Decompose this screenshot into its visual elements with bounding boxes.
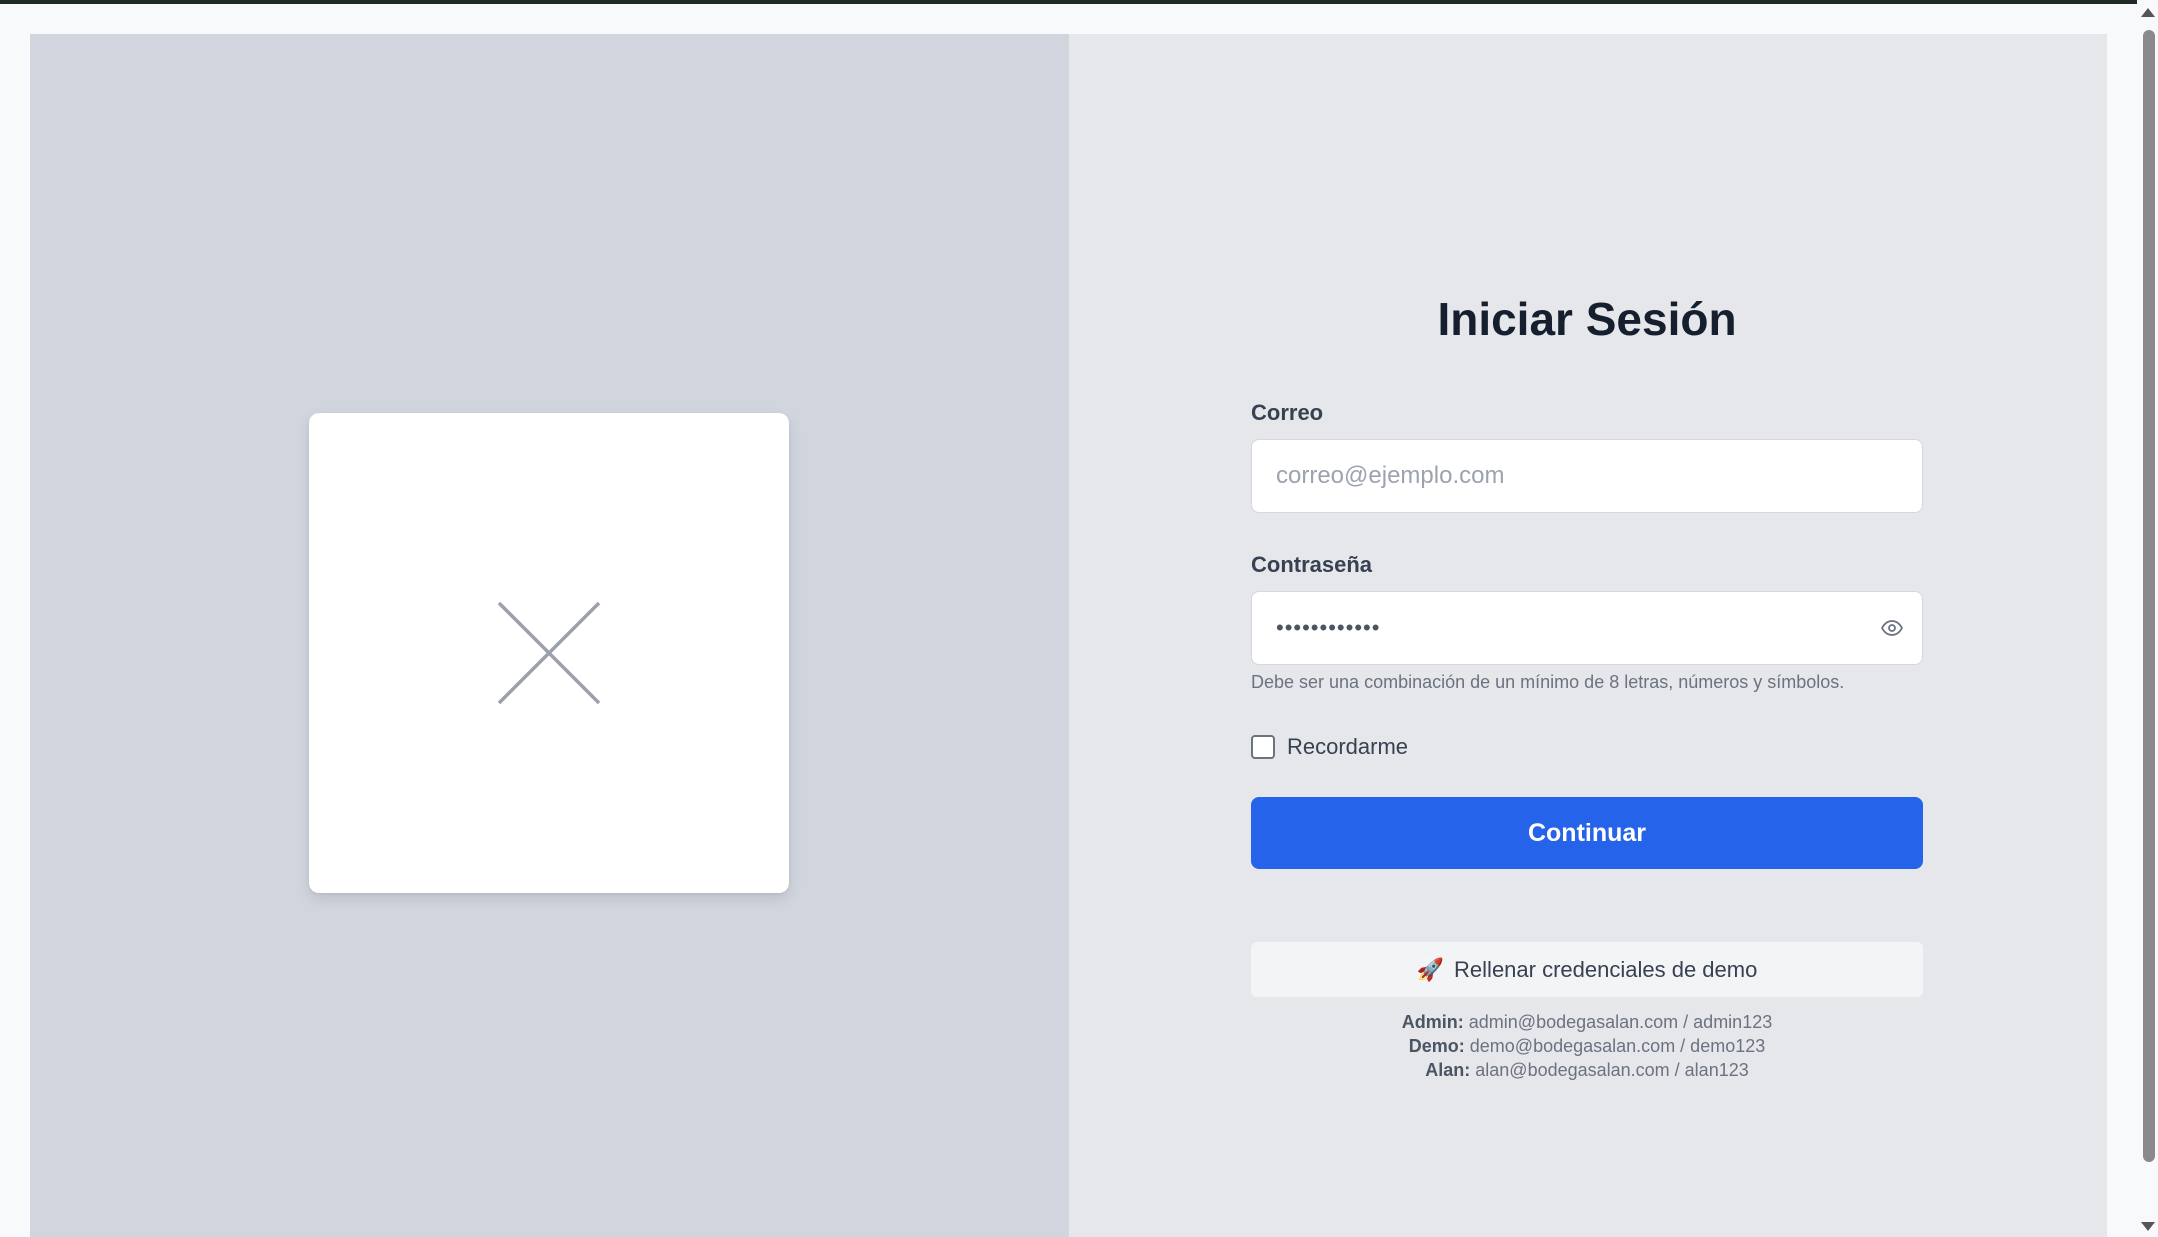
scroll-up-arrow-icon[interactable]	[2141, 8, 2155, 17]
credential-value: admin@bodegasalan.com / admin123	[1468, 1012, 1773, 1032]
password-label: Contraseña	[1251, 552, 1373, 577]
credential-value: alan@bodegasalan.com / alan123	[1475, 1060, 1749, 1080]
remember-me-checkbox[interactable]	[1251, 735, 1275, 759]
fill-demo-credentials-button[interactable]: 🚀 Rellenar credenciales de demo	[1251, 942, 1923, 997]
email-label: Correo	[1251, 400, 1324, 425]
rocket-icon: 🚀	[1416, 956, 1445, 982]
remember-me-label: Recordarme	[1287, 734, 1409, 759]
broken-image-x-icon	[497, 601, 601, 705]
scrollbar-thumb[interactable]	[2143, 30, 2155, 1162]
image-panel	[30, 34, 1069, 1237]
password-value: ••••••••••••	[1276, 615, 1381, 640]
form-panel: Iniciar Sesión Correo Contraseña •••••••…	[1069, 34, 2107, 1237]
credential-value: demo@bodegasalan.com / demo123	[1469, 1036, 1766, 1056]
password-hint: Debe ser una combinación de un mínimo de…	[1251, 672, 1845, 692]
scroll-down-arrow-icon[interactable]	[2141, 1222, 2155, 1231]
login-page: Iniciar Sesión Correo Contraseña •••••••…	[30, 34, 2107, 1237]
image-placeholder-card	[309, 413, 789, 893]
continue-button[interactable]: Continuar	[1251, 797, 1923, 869]
demo-credentials-list: Admin: admin@bodegasalan.com / admin123 …	[1251, 1010, 1923, 1082]
password-field[interactable]: ••••••••••••	[1251, 591, 1923, 665]
remember-me-row[interactable]: Recordarme	[1251, 734, 1408, 760]
credential-line: Alan: alan@bodegasalan.com / alan123	[1251, 1058, 1923, 1082]
credential-line: Demo: demo@bodegasalan.com / demo123	[1251, 1034, 1923, 1058]
email-field[interactable]	[1251, 439, 1923, 513]
fill-demo-credentials-label: Rellenar credenciales de demo	[1454, 956, 1758, 982]
credential-line: Admin: admin@bodegasalan.com / admin123	[1251, 1010, 1923, 1034]
eye-icon[interactable]	[1878, 614, 1906, 642]
credential-role: Demo:	[1408, 1036, 1465, 1056]
page-title: Iniciar Sesión	[1437, 293, 1737, 345]
credential-role: Admin:	[1401, 1012, 1464, 1032]
browser-top-border	[0, 0, 2158, 4]
credential-role: Alan:	[1425, 1060, 1471, 1080]
